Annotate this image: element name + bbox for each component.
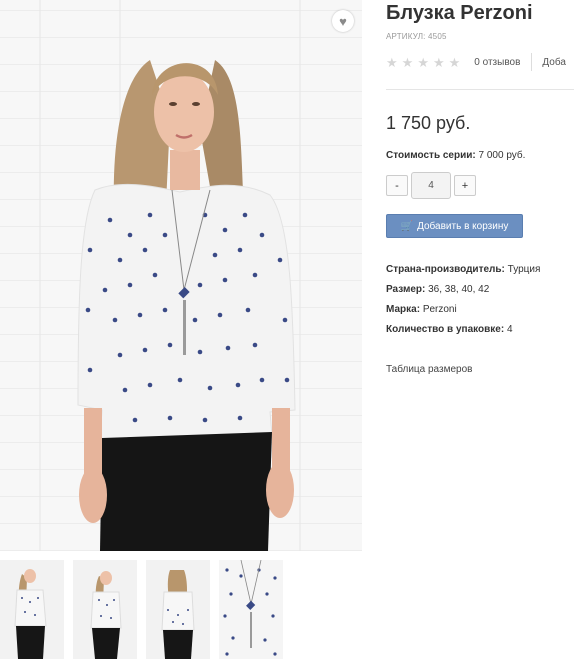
product-photo-image xyxy=(39,0,301,551)
property-label: Марка: xyxy=(386,304,421,315)
series-label: Стоимость серии: xyxy=(386,150,476,161)
star-icon[interactable]: ★ xyxy=(449,56,461,69)
reviews-link[interactable]: 0 отзывов xyxy=(474,57,520,68)
property-value: Perzoni xyxy=(422,304,457,315)
divider xyxy=(386,89,574,90)
property-size: Размер: 36, 38, 40, 42 xyxy=(386,280,540,300)
property-value: Турция xyxy=(507,264,541,275)
star-icon[interactable]: ★ xyxy=(417,56,429,69)
star-icon[interactable]: ★ xyxy=(402,56,414,69)
thumbnail-strip xyxy=(0,560,283,659)
product-properties: Страна-производитель: Турция Размер: 36,… xyxy=(386,260,540,340)
property-label: Размер: xyxy=(386,284,426,295)
product-info-panel: Блузка Perzoni АРТИКУЛ: 4505 ★ ★ ★ ★ ★ 0… xyxy=(386,0,574,375)
thumbnail-front[interactable] xyxy=(0,560,64,659)
product-title: Блузка Perzoni xyxy=(386,2,533,24)
series-value: 7 000 руб. xyxy=(478,150,526,161)
property-label: Страна-производитель: xyxy=(386,264,505,275)
increase-quantity-button[interactable]: + xyxy=(454,175,476,196)
sku-label: АРТИКУЛ: xyxy=(386,32,426,41)
quantity-stepper: - + xyxy=(386,172,476,199)
series-price: Стоимость серии: 7 000 руб. xyxy=(386,150,525,161)
add-to-cart-label: Добавить в корзину xyxy=(417,220,509,232)
rating-stars[interactable]: ★ ★ ★ ★ ★ xyxy=(386,56,460,69)
star-icon[interactable]: ★ xyxy=(433,56,445,69)
decrease-quantity-button[interactable]: - xyxy=(386,175,408,196)
add-to-cart-button[interactable]: 🛒 Добавить в корзину xyxy=(386,214,523,238)
quantity-input[interactable] xyxy=(411,172,451,199)
thumbnail-detail[interactable] xyxy=(219,560,283,659)
property-label: Количество в упаковке: xyxy=(386,324,505,335)
sku: АРТИКУЛ: 4505 xyxy=(386,32,574,41)
property-country: Страна-производитель: Турция xyxy=(386,260,540,280)
sku-value: 4505 xyxy=(428,32,447,41)
star-icon[interactable]: ★ xyxy=(386,56,398,69)
property-value: 36, 38, 40, 42 xyxy=(428,284,490,295)
shopping-cart-icon: 🛒 xyxy=(400,220,414,232)
rating-row: ★ ★ ★ ★ ★ 0 отзывов Доба xyxy=(386,53,574,71)
property-pack-quantity: Количество в упаковке: 4 xyxy=(386,320,540,340)
divider xyxy=(531,53,533,71)
main-product-photo[interactable]: ♥ xyxy=(0,0,362,551)
thumbnail-back[interactable] xyxy=(146,560,210,659)
thumbnail-half-turn[interactable] xyxy=(73,560,137,659)
product-price: 1 750 руб. xyxy=(386,113,471,133)
size-table-link[interactable]: Таблица размеров xyxy=(386,364,472,375)
property-value: 4 xyxy=(506,324,513,335)
add-review-link[interactable]: Доба xyxy=(542,57,566,68)
heart-icon[interactable]: ♥ xyxy=(332,10,354,32)
property-brand: Марка: Perzoni xyxy=(386,300,540,320)
